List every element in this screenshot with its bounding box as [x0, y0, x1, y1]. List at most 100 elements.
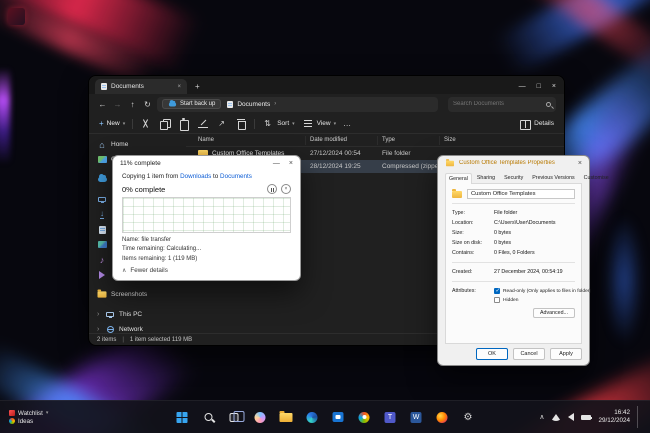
copilot-button[interactable]	[250, 407, 271, 428]
sidebar-item-home[interactable]: Home	[95, 137, 186, 152]
forward-icon[interactable]: →	[112, 100, 123, 109]
taskbar-search-button[interactable]	[198, 407, 219, 428]
copy-icon[interactable]	[159, 118, 171, 130]
properties-tabs: General Sharing Security Previous Versio…	[438, 170, 589, 183]
start-button[interactable]	[172, 407, 193, 428]
pause-button[interactable]	[267, 184, 277, 194]
more-options-button[interactable]: …	[343, 119, 352, 128]
teams-button[interactable]	[380, 407, 401, 428]
photos-button[interactable]	[354, 407, 375, 428]
cut-icon[interactable]	[140, 118, 152, 130]
documents-link[interactable]: Documents	[220, 173, 252, 180]
music-icon	[97, 255, 107, 265]
tab-close-icon[interactable]: ×	[177, 84, 181, 90]
transfer-name-line: Name: file transfer	[122, 236, 291, 245]
column-header-date-modified[interactable]: Date modified	[306, 136, 378, 145]
tab-sharing[interactable]: Sharing	[473, 172, 499, 183]
details-pane-button[interactable]: Details	[519, 118, 554, 130]
readonly-checkbox[interactable]	[494, 288, 500, 294]
back-icon[interactable]: ←	[97, 100, 108, 109]
ideas-line: Ideas	[9, 418, 48, 425]
close-button[interactable]: ×	[289, 160, 293, 167]
paste-icon[interactable]	[178, 118, 190, 130]
word-button[interactable]	[406, 407, 427, 428]
tray-overflow-chevron-icon[interactable]: ∧	[539, 413, 544, 421]
tab-customise[interactable]: Customise	[580, 172, 613, 183]
wifi-icon[interactable]	[551, 414, 561, 421]
field-label: Location:	[452, 220, 494, 226]
edge-icon	[307, 412, 318, 423]
file-explorer-button[interactable]	[276, 407, 297, 428]
chevron-right-icon[interactable]: ›	[274, 101, 276, 107]
column-header-size[interactable]: Size	[440, 136, 490, 145]
breadcrumb-bar[interactable]: Start back up Documents ›	[157, 97, 438, 112]
tab-previous-versions[interactable]: Previous Versions	[528, 172, 578, 183]
column-header-name[interactable]: Name	[186, 136, 306, 145]
refresh-icon[interactable]: ↻	[142, 100, 153, 109]
delete-icon[interactable]	[235, 118, 247, 130]
tab-general[interactable]: General	[445, 173, 472, 184]
ok-button[interactable]: OK	[476, 348, 508, 360]
apply-button[interactable]: Apply	[550, 348, 582, 360]
cancel-transfer-button[interactable]: ×	[281, 184, 291, 194]
minimize-button[interactable]: —	[273, 160, 280, 167]
up-icon[interactable]: ↑	[127, 100, 138, 109]
show-desktop-button[interactable]	[637, 406, 640, 428]
search-box[interactable]	[448, 97, 556, 112]
fewer-details-button[interactable]: ∧ Fewer details	[122, 267, 291, 274]
maximize-button[interactable]: □	[537, 83, 541, 90]
field-size-on-disk: Size on disk: 0 bytes	[452, 240, 575, 246]
new-tab-button[interactable]: +	[195, 80, 200, 94]
store-button[interactable]	[328, 407, 349, 428]
breadcrumb-item-documents[interactable]: Documents	[237, 101, 270, 108]
share-icon[interactable]	[216, 118, 228, 130]
close-button[interactable]: ×	[578, 160, 582, 167]
properties-title: Custom Office Templates Properties	[459, 160, 555, 166]
desktop-shortcut-icon[interactable]	[8, 8, 25, 25]
folder-icon	[452, 191, 462, 198]
downloads-link[interactable]: Downloads	[180, 173, 211, 180]
address-bar: ← → ↑ ↻ Start back up Documents ›	[89, 94, 564, 114]
task-view-button[interactable]	[224, 407, 245, 428]
new-button[interactable]: + New ▾	[99, 119, 125, 128]
view-button[interactable]: View ▾	[302, 118, 337, 130]
minimize-button[interactable]: —	[519, 83, 526, 90]
breadcrumb[interactable]: Documents ›	[227, 101, 276, 108]
chevron-right-icon[interactable]: ›	[97, 326, 101, 333]
search-input[interactable]	[453, 101, 546, 107]
field-location: Location: C:\Users\User\Documents	[452, 220, 575, 226]
close-button[interactable]: ×	[552, 83, 556, 90]
chevron-right-icon[interactable]: ›	[97, 311, 101, 318]
tab-security[interactable]: Security	[500, 172, 527, 183]
explorer-tab-bar: Documents × + — □ ×	[89, 76, 564, 94]
advanced-button[interactable]: Advanced...	[533, 308, 575, 318]
start-backup-button[interactable]: Start back up	[162, 99, 221, 109]
taskbar-clock[interactable]: 16:42 29/12/2024	[598, 409, 630, 426]
readonly-option[interactable]: Read-only (Only applies to files in fold…	[494, 288, 591, 294]
rename-icon[interactable]	[197, 118, 209, 130]
widgets-button[interactable]: Watchlist ▾ Ideas	[0, 410, 48, 425]
copy-text: Copying 1 item from	[122, 173, 180, 180]
battery-icon[interactable]	[581, 415, 591, 420]
ideas-label: Ideas	[18, 418, 33, 425]
hidden-checkbox[interactable]	[494, 297, 500, 303]
edge-button[interactable]	[302, 407, 323, 428]
cancel-button[interactable]: Cancel	[513, 348, 545, 360]
firefox-button[interactable]	[432, 407, 453, 428]
copy-dialog-title-bar[interactable]: 11% complete — ×	[113, 156, 300, 171]
properties-title-bar[interactable]: Custom Office Templates Properties ×	[438, 156, 589, 170]
column-header-type[interactable]: Type	[378, 136, 440, 145]
sidebar-item-label: Home	[111, 141, 128, 148]
sidebar-item-screenshots[interactable]: Screenshots	[95, 287, 186, 302]
explorer-tab-documents[interactable]: Documents ×	[95, 79, 187, 94]
volume-icon[interactable]	[568, 413, 574, 421]
folder-name-field[interactable]: Custom Office Templates	[467, 189, 575, 199]
item-count: 2 items	[97, 337, 116, 343]
field-label: Contains:	[452, 250, 494, 256]
sort-button[interactable]: Sort ▾	[262, 118, 294, 130]
sidebar-item-this-pc[interactable]: › This PC	[95, 307, 186, 322]
sort-label: Sort	[277, 120, 289, 127]
selection-summary: 1 item selected 119 MB	[130, 337, 192, 343]
hidden-option[interactable]: Hidden	[494, 297, 591, 303]
settings-button[interactable]: ⚙	[458, 407, 479, 428]
